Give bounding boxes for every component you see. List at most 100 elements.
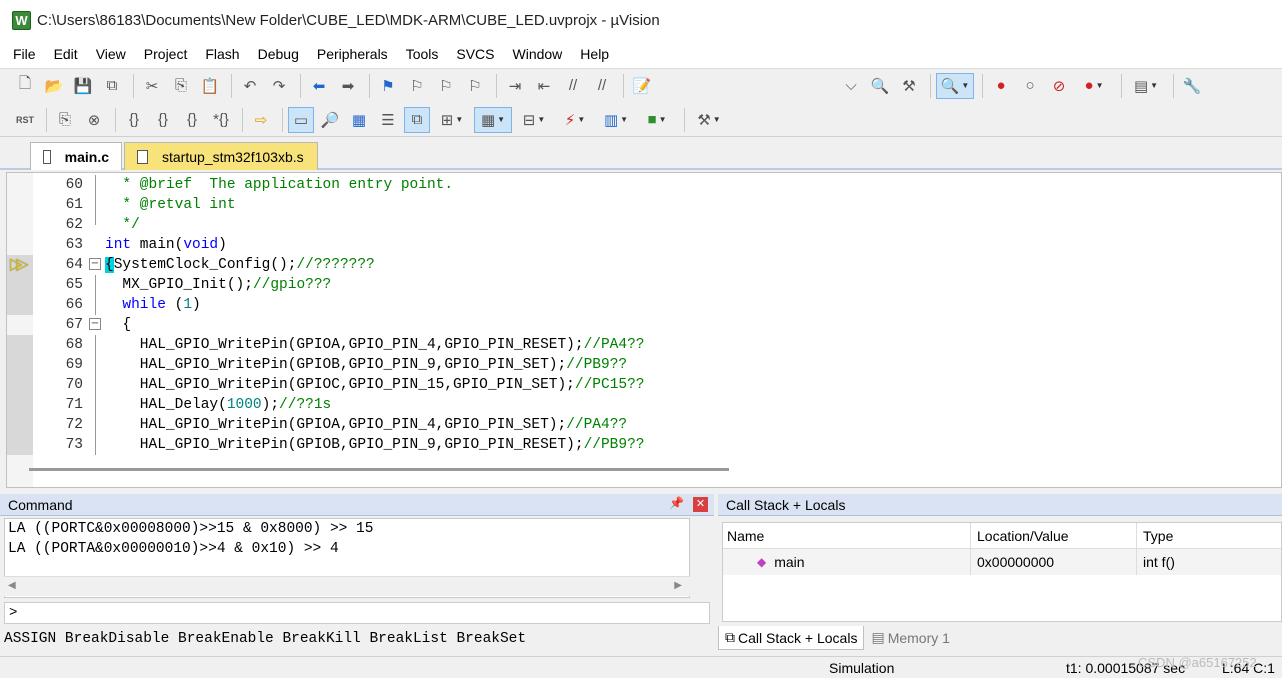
serial-windows-icon[interactable]: ⊟ ▼ [515, 107, 553, 133]
toolbar-separator [369, 73, 370, 98]
tab-label: main.c [64, 148, 109, 165]
copy-icon[interactable]: ⎘ [168, 73, 194, 99]
incremental-find-icon[interactable]: ⚒ [896, 73, 922, 99]
editor-horizontal-scrollbar[interactable] [29, 468, 729, 471]
command-horizontal-scrollbar[interactable]: ◀ ▶ [4, 576, 690, 596]
find-in-files-icon[interactable]: 📝 [629, 73, 655, 99]
show-next-statement-icon[interactable]: ⇨ [248, 107, 274, 133]
column-header-type[interactable]: Type [1137, 523, 1281, 548]
step-out-icon[interactable]: {} [179, 107, 205, 133]
menu-tools[interactable]: Tools [397, 40, 448, 68]
scroll-left-icon[interactable]: ◀ [8, 580, 16, 591]
menu-view[interactable]: View [87, 40, 135, 68]
target-dropdown-icon[interactable]: ⌵ [838, 73, 864, 99]
menu-debug[interactable]: Debug [249, 40, 308, 68]
pin-icon[interactable]: 📌 [669, 496, 684, 510]
new-file-icon[interactable]: 🗋 [12, 73, 38, 99]
watch-windows-icon[interactable]: ⊞ ▼ [433, 107, 471, 133]
open-folder-icon[interactable]: 📂 [41, 73, 67, 99]
menu-help[interactable]: Help [571, 40, 618, 68]
menu-peripherals[interactable]: Peripherals [308, 40, 397, 68]
table-row[interactable]: ◆ main 0x00000000 int f() [723, 549, 1281, 575]
bookmark-next-icon[interactable]: ⚐ [433, 73, 459, 99]
call-stack-table: Name Location/Value Type ◆ main 0x0000000… [722, 522, 1282, 622]
execution-pointer-icon: ▷▷ [10, 256, 28, 273]
bookmark-prev-icon[interactable]: ⚐ [404, 73, 430, 99]
window-layout-icon[interactable]: ▤ ▼ [1127, 73, 1165, 99]
menu-file[interactable]: File [4, 40, 45, 68]
call-stack-icon: ⧉ [725, 629, 735, 645]
cell-value: 0x00000000 [971, 549, 1137, 575]
navigate-back-icon[interactable]: ⬅ [306, 73, 332, 99]
bookmark-clear-icon[interactable]: ⚐ [462, 73, 488, 99]
trace-windows-icon[interactable]: ▥ ▼ [597, 107, 635, 133]
tab-startup-s[interactable]: startup_stm32f103xb.s [124, 142, 318, 170]
tab-memory-1[interactable]: ▤ Memory 1 [864, 626, 957, 650]
toolbar-separator [684, 107, 685, 132]
symbols-window-icon[interactable]: ▦ [346, 107, 372, 133]
comment-icon[interactable]: // [560, 73, 586, 99]
menu-project[interactable]: Project [135, 40, 197, 68]
toolbar-separator [1121, 73, 1122, 98]
disable-breakpoints-icon[interactable]: ⊘ [1046, 73, 1072, 99]
command-window: Command 📌 ✕ LA ((PORTC&0x00008000)>>15 &… [0, 494, 714, 654]
uncomment-icon[interactable]: // [589, 73, 615, 99]
save-icon[interactable]: 💾 [70, 73, 96, 99]
menu-svcs[interactable]: SVCS [447, 40, 503, 68]
toolbar-separator [133, 73, 134, 98]
indent-icon[interactable]: ⇥ [502, 73, 528, 99]
tab-call-stack[interactable]: ⧉ Call Stack + Locals [718, 626, 865, 650]
configure-wrench-icon[interactable]: 🔧 [1179, 73, 1205, 99]
toolbar-separator [496, 73, 497, 98]
standard-toolbar: 🗋 📂 💾 ⧉ ✂ ⎘ 📋 ↶ ↷ ⬅ ➡ ⚑ ⚐ ⚐ ⚐ ⇥ ⇤ // // … [0, 68, 1282, 102]
unindent-icon[interactable]: ⇤ [531, 73, 557, 99]
run-icon[interactable]: ⎘ [52, 107, 78, 133]
step-over-icon[interactable]: {} [150, 107, 176, 133]
reset-cpu-icon[interactable]: RST [12, 107, 38, 133]
file-icon [43, 149, 51, 164]
tab-main-c[interactable]: main.c [30, 142, 122, 170]
stop-icon[interactable]: ⊗ [81, 107, 107, 133]
column-header-location[interactable]: Location/Value [971, 523, 1137, 548]
breakpoint-gutter[interactable] [7, 173, 33, 487]
search-file-icon[interactable]: 🔍 [867, 73, 893, 99]
enable-breakpoint-icon[interactable]: ○ [1017, 73, 1043, 99]
code-editor[interactable]: ▷▷ 60 * @brief The application entry poi… [6, 172, 1282, 488]
command-input[interactable]: > [4, 602, 710, 624]
system-viewer-icon[interactable]: ■ ▼ [638, 107, 676, 133]
paste-icon[interactable]: 📋 [197, 73, 223, 99]
menu-edit[interactable]: Edit [45, 40, 87, 68]
redo-icon[interactable]: ↷ [266, 73, 292, 99]
cut-icon[interactable]: ✂ [139, 73, 165, 99]
disassembly-window-icon[interactable]: 🔎 [317, 107, 343, 133]
fold-toggle[interactable]: − [89, 258, 101, 270]
step-into-icon[interactable]: {} [121, 107, 147, 133]
toolbar-separator [982, 73, 983, 98]
scroll-right-icon[interactable]: ▶ [674, 580, 682, 591]
undo-icon[interactable]: ↶ [237, 73, 263, 99]
call-stack-window-icon[interactable]: ⧉ [404, 106, 430, 133]
debug-session-button[interactable]: 🔍 ▼ [936, 72, 974, 99]
insert-breakpoint-icon[interactable]: ● [988, 73, 1014, 99]
title-bar: W C:\Users\86183\Documents\New Folder\CU… [0, 0, 1282, 40]
cell-name: main [774, 554, 805, 570]
save-all-icon[interactable]: ⧉ [99, 73, 125, 99]
memory-windows-icon[interactable]: ▦ ▼ [474, 106, 512, 133]
fold-toggle[interactable]: − [89, 318, 101, 330]
toolbox-icon[interactable]: ⚒ ▼ [690, 107, 728, 133]
registers-window-icon[interactable]: ☰ [375, 107, 401, 133]
kill-breakpoints-icon[interactable]: ● ▼ [1075, 73, 1113, 99]
toolbar-separator [242, 107, 243, 132]
command-output-line: LA ((PORTC&0x00008000)>>15 & 0x8000) >> … [8, 521, 374, 537]
watermark: CSDN @a65167252 [1138, 655, 1257, 670]
menu-window[interactable]: Window [504, 40, 572, 68]
navigate-forward-icon[interactable]: ➡ [335, 73, 361, 99]
column-header-name[interactable]: Name [723, 523, 971, 548]
toolbar-separator [1173, 73, 1174, 98]
menu-flash[interactable]: Flash [196, 40, 248, 68]
bookmark-icon[interactable]: ⚑ [375, 73, 401, 99]
analysis-windows-icon[interactable]: ⚡ ▼ [556, 107, 594, 133]
run-to-cursor-icon[interactable]: *{} [208, 107, 234, 133]
close-icon[interactable]: ✕ [693, 497, 708, 512]
command-window-icon[interactable]: ▭ [288, 106, 314, 133]
